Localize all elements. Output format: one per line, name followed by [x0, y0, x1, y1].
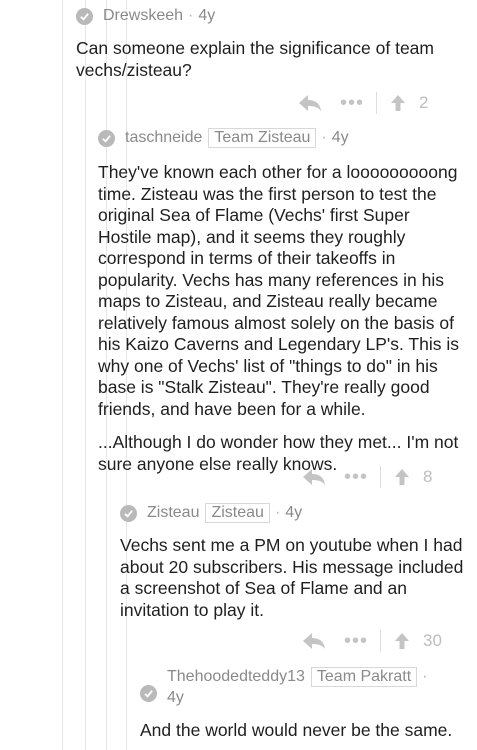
more-dots-icon[interactable]: ••• [344, 631, 368, 651]
user-flair: Team Pakratt [310, 666, 418, 687]
comment-score: 2 [419, 93, 429, 112]
upvote-arrow-icon[interactable] [395, 469, 410, 485]
comment-meta: Thehoodedteddy13 Team Pakratt · 4y [167, 666, 428, 708]
comment-paragraph: Vechs sent me a PM on youtube when I had… [120, 535, 464, 620]
comment-score: 30 [423, 631, 442, 650]
action-divider [376, 92, 378, 114]
comment-author[interactable]: Thehoodedteddy13 [167, 666, 305, 687]
comment-body: Vechs sent me a PM on youtube when I had… [120, 535, 470, 621]
more-dots-icon[interactable]: ••• [340, 93, 364, 113]
comment-author[interactable]: Zisteau [147, 503, 199, 523]
comment-meta: Zisteau Zisteau · 4y [120, 503, 470, 523]
comment-age: 4y [331, 129, 349, 146]
meta-separator: · [188, 7, 194, 24]
comment-paragraph: And the world would never be the same. [140, 720, 453, 740]
check-icon [76, 7, 93, 25]
comment-body: And the world would never be the same. [140, 720, 470, 742]
comment-age: 4y [198, 7, 216, 24]
comment: Drewskeeh · 4y Can someone explain the s… [76, 6, 466, 81]
check-icon [98, 129, 115, 147]
comment-age: 4y [285, 504, 303, 521]
action-divider [380, 630, 382, 652]
user-flair: Team Zisteau [208, 128, 317, 148]
comment: Zisteau Zisteau · 4y Vechs sent me a PM … [120, 503, 470, 621]
meta-separator: · [422, 668, 428, 685]
meta-separator: · [321, 129, 327, 146]
comment-meta: Drewskeeh · 4y [76, 6, 466, 26]
comment-meta: taschneide Team Zisteau · 4y [98, 128, 468, 148]
more-dots-icon[interactable]: ••• [344, 467, 368, 487]
check-icon [140, 685, 157, 702]
comment-age: 4y [167, 689, 184, 706]
thread-line [62, 0, 63, 750]
user-flair: Zisteau [205, 503, 270, 523]
comment-body: Can someone explain the significance of … [76, 38, 466, 81]
reply-arrow-icon[interactable] [302, 632, 326, 650]
comment-actions: ••• 2 [298, 92, 428, 114]
reply-arrow-icon[interactable] [302, 468, 326, 486]
comment-score: 8 [423, 467, 433, 486]
thread-line [85, 0, 86, 750]
comment-actions: ••• 8 [302, 466, 432, 488]
reply-arrow-icon[interactable] [298, 94, 322, 112]
comment-paragraph: Can someone explain the significance of … [76, 38, 434, 80]
comment-actions: ••• 30 [302, 630, 442, 652]
comment-paragraph: They've known each other for a loooooooo… [98, 162, 459, 419]
comment-author[interactable]: Drewskeeh [103, 6, 183, 26]
comment-body: They've known each other for a loooooooo… [98, 162, 468, 475]
meta-separator: · [274, 504, 281, 521]
comment-author[interactable]: taschneide [125, 128, 202, 148]
comment: Thehoodedteddy13 Team Pakratt · 4y And t… [140, 666, 470, 742]
action-divider [380, 466, 382, 488]
check-icon [120, 504, 137, 522]
upvote-arrow-icon[interactable] [395, 633, 410, 649]
comment: taschneide Team Zisteau · 4y They've kno… [98, 128, 468, 475]
upvote-arrow-icon[interactable] [391, 95, 406, 111]
